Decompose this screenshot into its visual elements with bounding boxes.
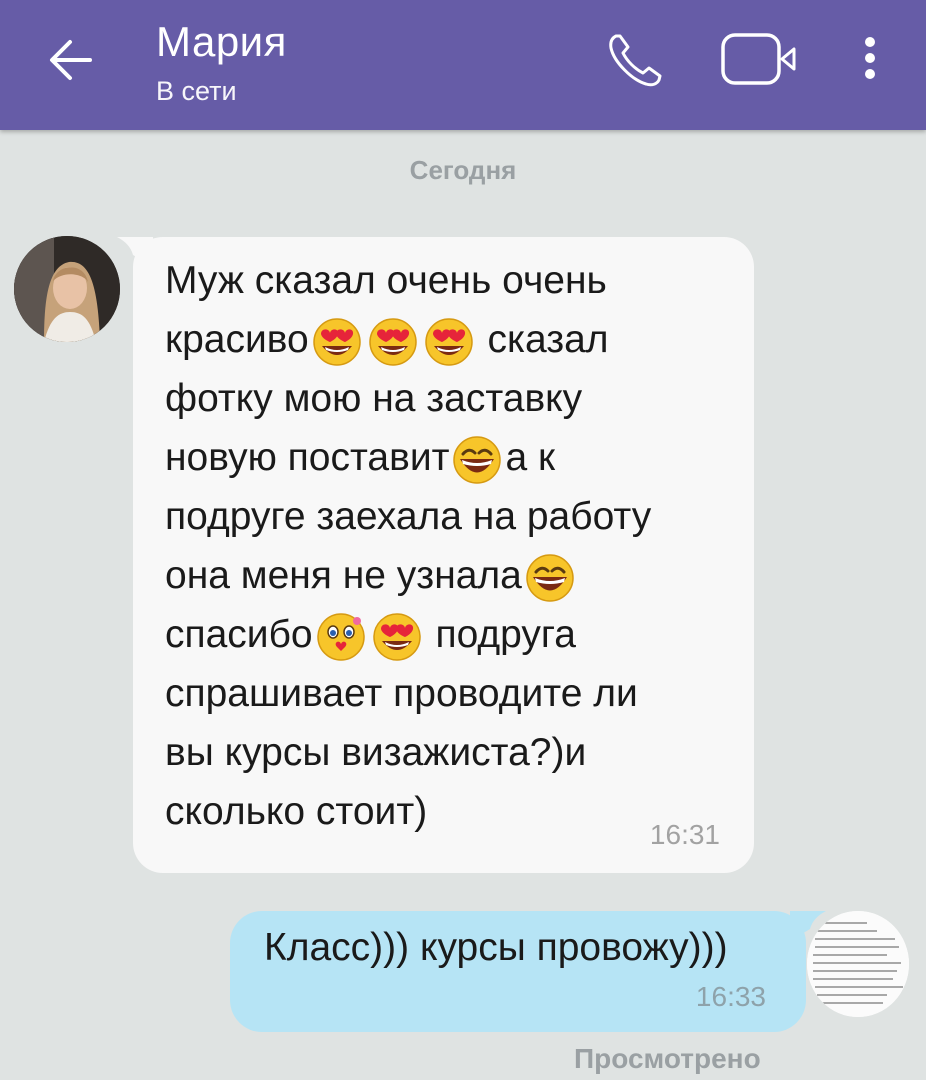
message-text-fragment: подруга <box>424 613 576 656</box>
outgoing-message-time: 16:33 <box>695 981 766 1012</box>
contact-status: В сети <box>156 76 237 106</box>
heart-eyes-emoji-icon <box>424 317 473 366</box>
back-arrow-icon <box>50 40 92 80</box>
more-menu-button[interactable] <box>848 30 892 90</box>
laughing-emoji-icon <box>526 553 574 602</box>
message-text-fragment: новую поставит <box>165 436 450 479</box>
read-status: Просмотрено <box>574 1043 761 1074</box>
message-text-fragment: фотку мою на заставку <box>165 377 583 420</box>
message-line: она меня не узнала <box>165 546 745 605</box>
incoming-message-time: 16:31 <box>649 819 720 850</box>
back-button[interactable] <box>38 30 108 90</box>
call-button[interactable] <box>602 28 668 94</box>
message-line: красиво сказал <box>165 310 745 369</box>
video-call-button[interactable] <box>718 30 802 88</box>
message-line: спасибо подруга <box>165 605 745 664</box>
incoming-message-text: Муж сказал очень очень красиво сказал фотк… <box>165 251 745 841</box>
kiss-emoji-icon <box>316 612 365 661</box>
video-camera-icon <box>721 33 796 85</box>
phone-icon <box>609 34 662 87</box>
message-text-fragment: Муж сказал очень очень <box>165 259 607 302</box>
outgoing-message-bubble[interactable]: Класс))) курсы провожу))) 16:33 <box>230 911 806 1032</box>
contact-name[interactable]: Мария <box>156 18 287 66</box>
laughing-emoji-icon <box>453 435 502 484</box>
message-line: Муж сказал очень очень <box>165 251 745 310</box>
message-text-fragment: спасибо <box>165 613 313 656</box>
heart-eyes-emoji-icon <box>372 612 421 661</box>
sender-avatar[interactable] <box>807 911 909 1017</box>
message-line: новую поставит а к <box>165 428 745 487</box>
message-text-fragment: а к <box>505 436 556 479</box>
outgoing-message-text: Класс))) курсы провожу))) <box>264 926 728 969</box>
chat-header: Мария В сети <box>0 0 926 130</box>
message-text-fragment: сколько стоит) <box>165 790 428 833</box>
more-vertical-icon <box>865 37 875 79</box>
heart-eyes-emoji-icon <box>368 317 417 366</box>
message-text-fragment: красиво <box>165 318 309 361</box>
message-line: фотку мою на заставку <box>165 369 745 428</box>
message-text-fragment: вы курсы визажиста?)и <box>165 731 587 774</box>
message-text-fragment: сказал <box>476 318 609 361</box>
date-separator: Сегодня <box>409 155 517 185</box>
contact-avatar[interactable] <box>14 236 120 342</box>
message-text-fragment: подруге заехала на работу <box>165 495 652 538</box>
message-text-fragment: спрашивает проводите ли <box>165 672 638 715</box>
message-line: вы курсы визажиста?)и <box>165 723 745 782</box>
message-text-fragment: она меня не узнала <box>165 554 522 597</box>
heart-eyes-emoji-icon <box>312 317 361 366</box>
message-line: подруге заехала на работу <box>165 487 745 546</box>
message-line: спрашивает проводите ли <box>165 664 745 723</box>
incoming-message-bubble[interactable]: Муж сказал очень очень красиво сказал фотк… <box>133 237 754 873</box>
